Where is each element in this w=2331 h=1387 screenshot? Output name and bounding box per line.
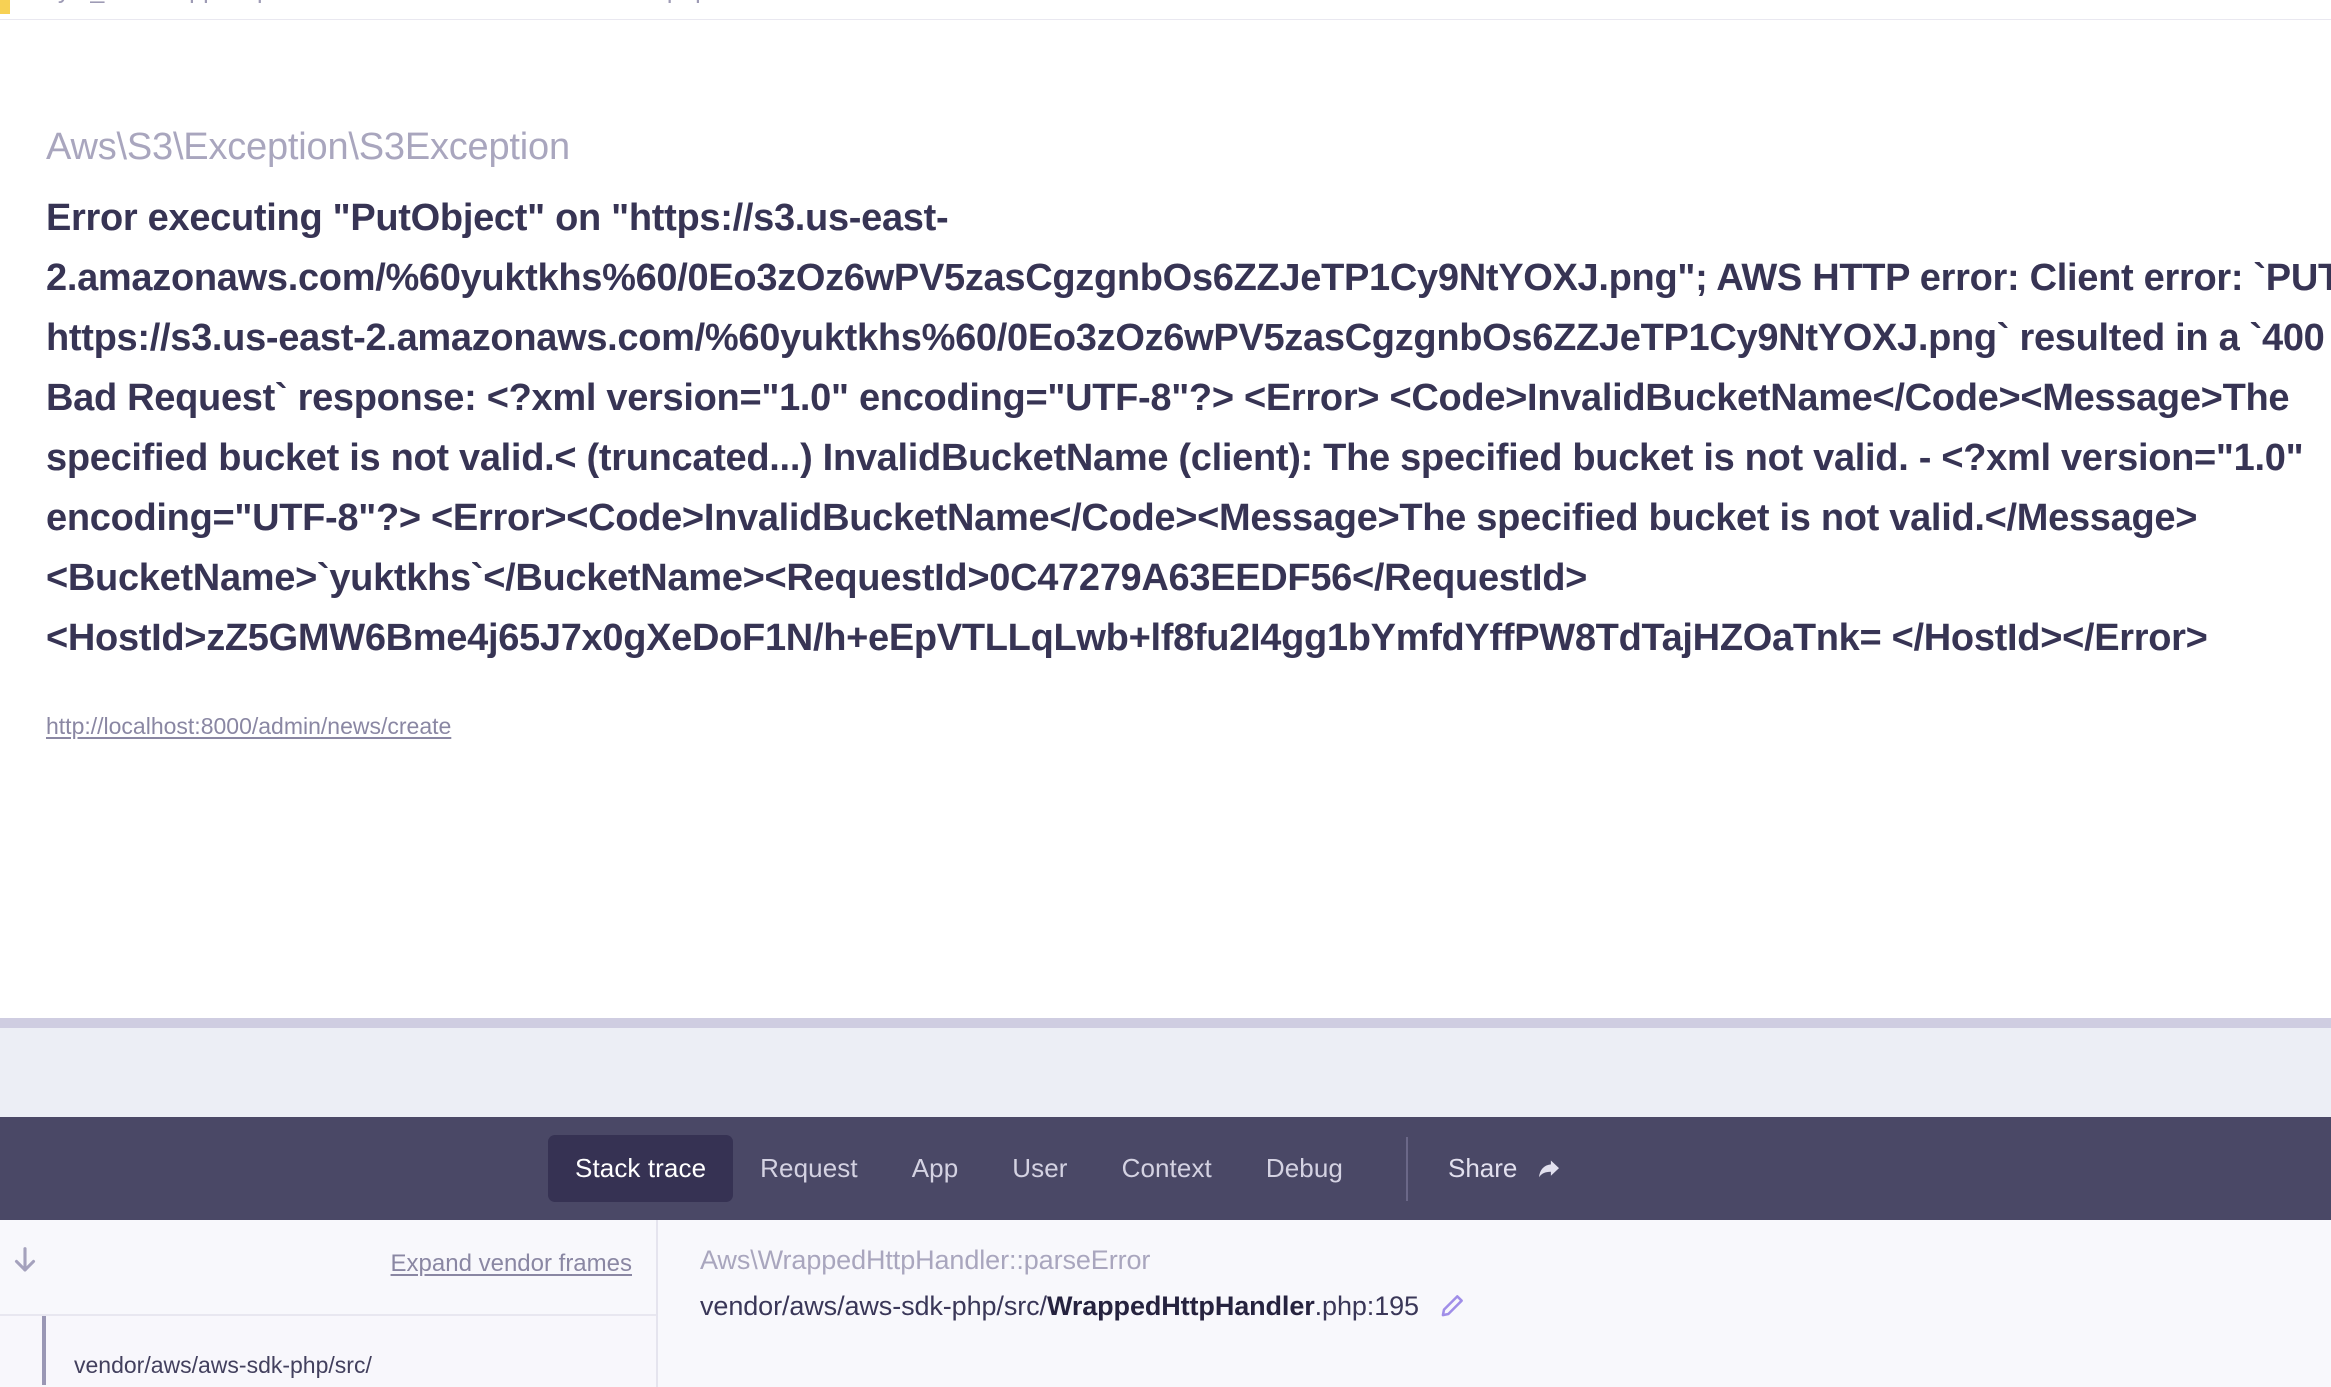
stack-frame-path: vendor/aws/aws-sdk-php/src/	[74, 1352, 372, 1378]
tab-list: Stack trace Request App User Context Deb…	[548, 1117, 1574, 1220]
tab-navbar: Stack trace Request App User Context Deb…	[0, 1117, 2331, 1220]
clipped-top-text: s/y/z_demo/app/Http/Controllers/Admin/Ne…	[38, 0, 709, 5]
tab-context[interactable]: Context	[1095, 1135, 1239, 1202]
tab-debug[interactable]: Debug	[1239, 1135, 1370, 1202]
lavender-separator-band	[0, 1018, 2331, 1028]
pencil-icon[interactable]	[1437, 1292, 1466, 1321]
frame-file-line: vendor/aws/aws-sdk-php/src/WrappedHttpHa…	[700, 1291, 2331, 1322]
exception-message: Error executing "PutObject" on "https://…	[46, 196, 2331, 659]
tab-request[interactable]: Request	[733, 1135, 885, 1202]
exception-header: Aws\S3\Exception\S3Exception Error execu…	[0, 20, 2331, 1005]
nav-divider	[1406, 1136, 1408, 1201]
frame-file-suffix: .php:195	[1314, 1291, 1419, 1321]
tab-stack-trace[interactable]: Stack trace	[548, 1135, 734, 1202]
frame-file-prefix: vendor/aws/aws-sdk-php/src/	[700, 1291, 1047, 1321]
arrow-down-icon[interactable]	[8, 1240, 42, 1285]
share-arrow-icon	[1534, 1154, 1564, 1184]
tab-user[interactable]: User	[985, 1135, 1094, 1202]
expand-vendor-frames-link[interactable]: Expand vendor frames	[391, 1250, 632, 1278]
share-button[interactable]: Share	[1438, 1153, 1574, 1184]
gray-spacer-band	[0, 1028, 2331, 1117]
share-label: Share	[1448, 1153, 1518, 1183]
stack-trace-sidebar: Expand vendor frames vendor/aws/aws-sdk-…	[0, 1220, 658, 1387]
exception-class-name: Aws\S3\Exception\S3Exception	[46, 126, 570, 168]
request-url-link[interactable]: http://localhost:8000/admin/news/create	[46, 710, 451, 742]
clipped-top-strip: s/y/z_demo/app/Http/Controllers/Admin/Ne…	[0, 0, 2331, 20]
frame-method-name: Aws\WrappedHttpHandler::parseError	[700, 1245, 1151, 1275]
highlight-marker-icon	[0, 0, 10, 14]
ignition-error-page: s/y/z_demo/app/Http/Controllers/Admin/Ne…	[0, 0, 2331, 1387]
stack-trace-panel: Expand vendor frames vendor/aws/aws-sdk-…	[0, 1220, 2331, 1387]
stack-frame-item[interactable]: vendor/aws/aws-sdk-php/src/	[0, 1316, 656, 1385]
stack-trace-toolbar: Expand vendor frames	[0, 1220, 656, 1316]
frame-file-text: vendor/aws/aws-sdk-php/src/WrappedHttpHa…	[700, 1291, 1419, 1322]
stack-frame-detail: Aws\WrappedHttpHandler::parseError vendo…	[660, 1220, 2331, 1387]
frame-file-name: WrappedHttpHandler	[1046, 1291, 1315, 1321]
tab-app[interactable]: App	[885, 1135, 986, 1202]
